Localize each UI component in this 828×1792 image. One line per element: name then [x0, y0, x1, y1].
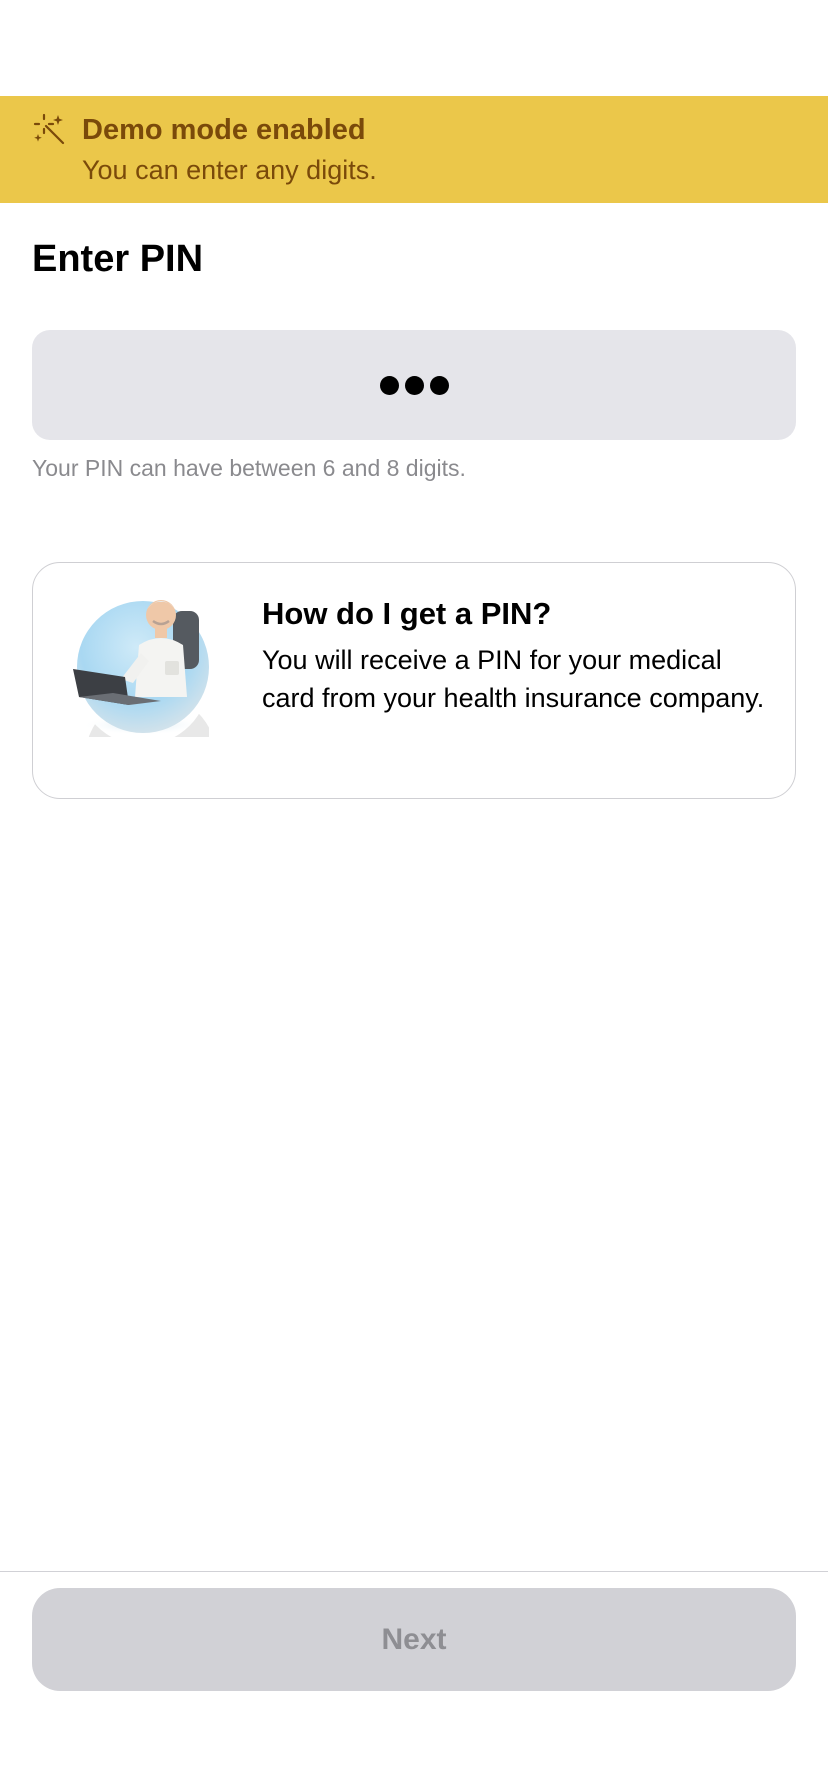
pin-input-field[interactable] [32, 330, 796, 440]
pin-info-card: How do I get a PIN? You will receive a P… [32, 562, 796, 799]
demo-mode-banner: Demo mode enabled You can enter any digi… [0, 96, 828, 203]
pin-dot [404, 375, 424, 395]
banner-subtitle: You can enter any digits. [82, 155, 377, 185]
pin-entry-screen: Demo mode enabled You can enter any digi… [0, 0, 828, 1792]
pin-dot [429, 375, 449, 395]
banner-text: Demo mode enabled You can enter any digi… [82, 111, 377, 191]
info-card-text: How do I get a PIN? You will receive a P… [262, 593, 772, 717]
status-bar-area [0, 0, 828, 96]
pin-hint-text: Your PIN can have between 6 and 8 digits… [32, 455, 466, 481]
banner-title: Demo mode enabled [82, 114, 366, 146]
page-title: Enter PIN [32, 238, 204, 280]
info-card-body: You will receive a PIN for your medical … [262, 645, 765, 713]
doctor-at-laptop-illustration [73, 600, 209, 737]
next-button[interactable]: Next [32, 1588, 796, 1691]
footer-divider [0, 1571, 828, 1572]
pin-dot [379, 375, 399, 395]
info-card-title: How do I get a PIN? [262, 596, 552, 631]
magic-wand-sparkles-icon [33, 113, 65, 145]
